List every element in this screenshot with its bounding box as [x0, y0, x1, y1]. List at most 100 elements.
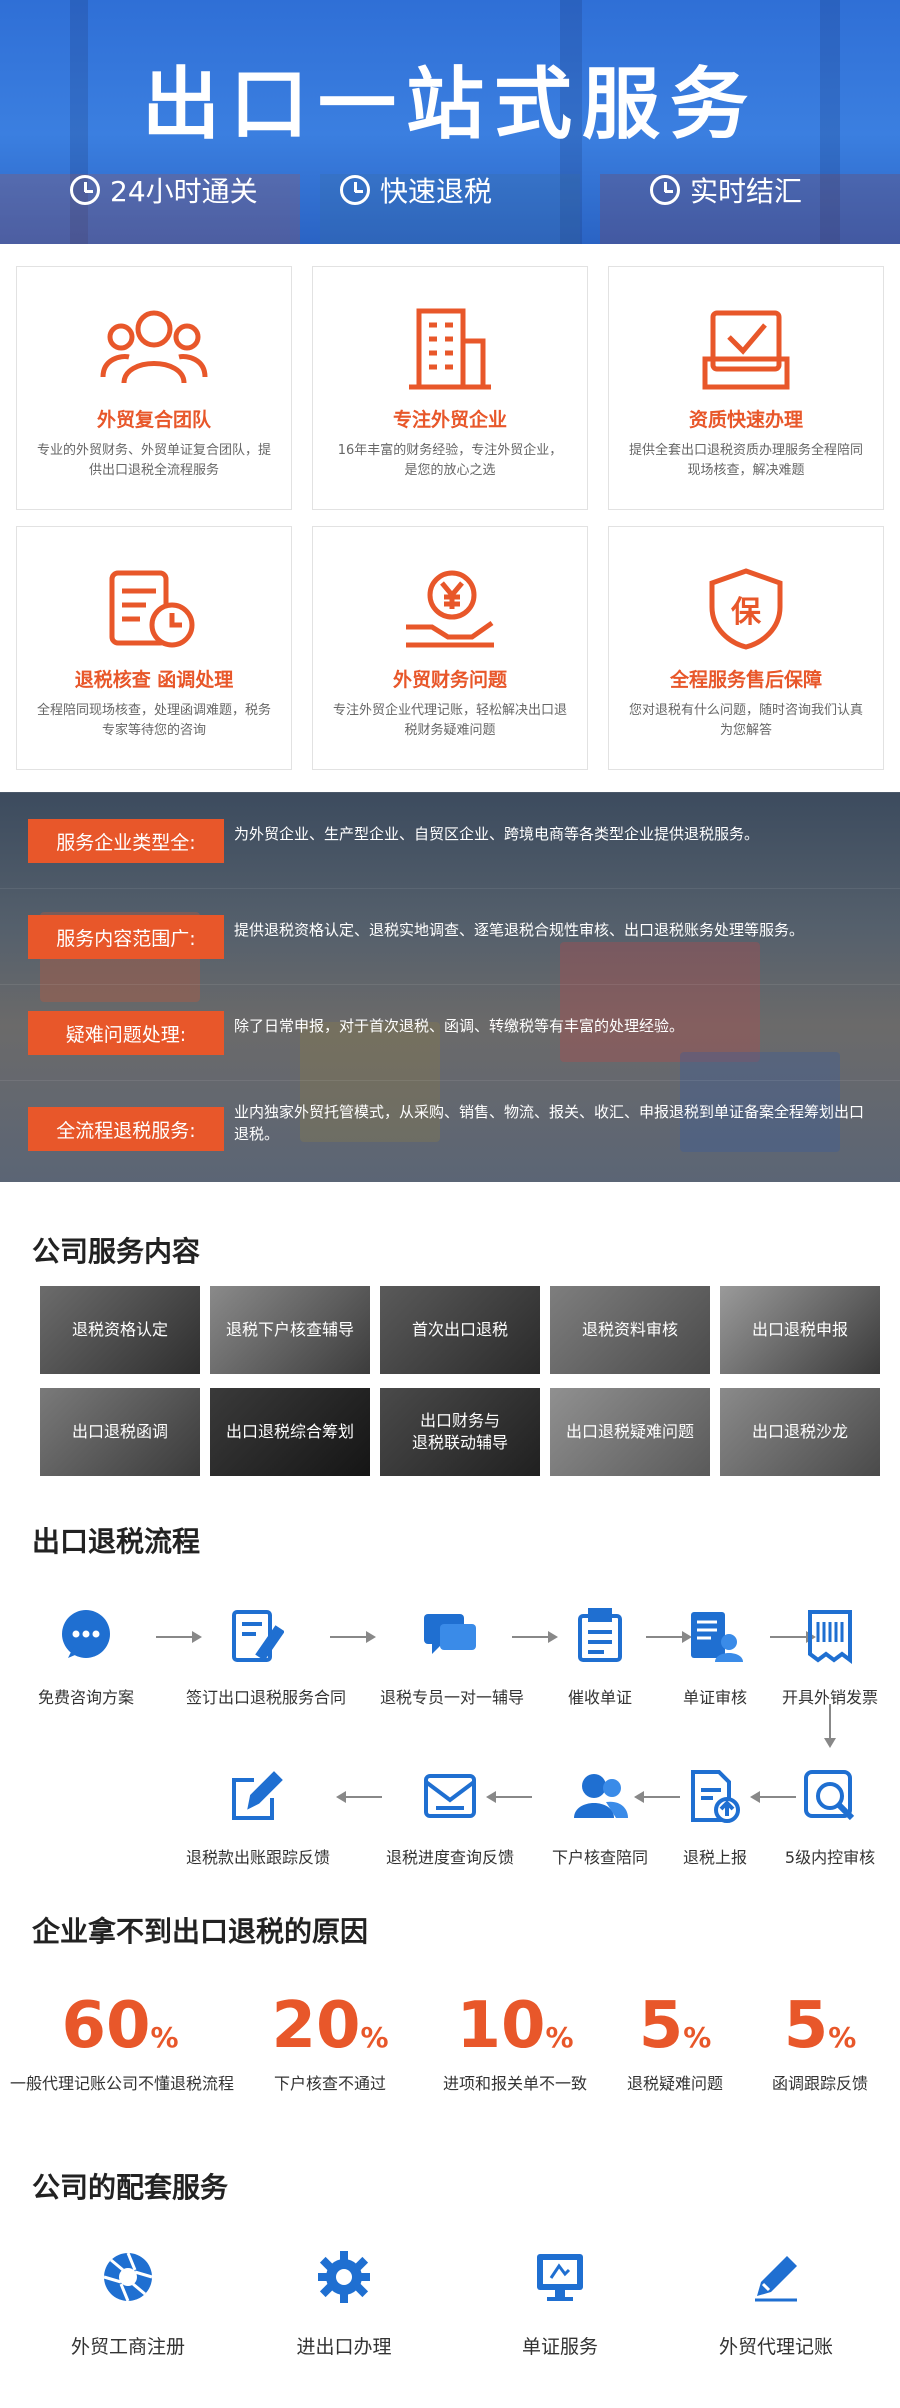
advantage-row: 全流程退税服务: 业内独家外贸托管模式，从采购、销售、物流、报关、收汇、申报退税… [0, 1080, 900, 1176]
mail-feedback-icon [424, 1774, 476, 1818]
service-tile-label: 出口退税函调 [71, 1422, 168, 1441]
service-tile[interactable]: 出口退税函调 [40, 1388, 200, 1476]
card-title: 资质快速办理 [688, 409, 803, 431]
support-label: 进出口办理 [296, 2336, 392, 2358]
support-label: 外贸代理记账 [718, 2336, 833, 2358]
clock-icon [70, 175, 100, 205]
service-tile-label: 退税资格认定 [71, 1320, 168, 1339]
page: 出口一站式服务 24小时通关 快速退税 实时结汇 外贸复合团队 专业的外贸财务、… [0, 0, 900, 2408]
step-label: 免费咨询方案 [37, 1688, 134, 1707]
feature-card[interactable]: 专注外贸企业 16年丰富的财务经验，专注外贸企业，是您的放心之选 [312, 266, 588, 510]
service-tile[interactable]: 出口退税沙龙 [720, 1388, 880, 1476]
service-tile-label: 退税资料审核 [581, 1320, 678, 1339]
stat-value: 10 [456, 1989, 546, 2063]
service-tile-label: 出口退税综合筹划 [225, 1422, 354, 1441]
process-step: 免费咨询方案 [16, 1608, 156, 1708]
flow-title: 出口退税流程 [32, 1525, 201, 1558]
pen-icon [755, 2256, 797, 2302]
check-box-icon [609, 307, 883, 397]
process-step: 签订出口退税服务合同 [186, 1608, 346, 1708]
card-desc: 专业的外贸财务、外贸单证复合团队，提供出口退税全流程服务 [37, 443, 272, 478]
stat-item: 10% 进项和报关单不一致 [430, 1990, 600, 2094]
hero-feature-settlement: 实时结汇 [650, 170, 802, 210]
service-tile[interactable]: 首次出口退税 [380, 1286, 540, 1374]
hero-features: 24小时通关 快速退税 实时结汇 [0, 170, 900, 214]
card-title: 退税核查 函调处理 [74, 669, 234, 691]
support-item[interactable]: 进出口办理 [244, 2250, 444, 2359]
advantages-section: 服务企业类型全: 为外贸企业、生产型企业、自贸区企业、跨境电商等各类型企业提供退… [0, 792, 900, 1182]
service-tile[interactable]: 出口退税申报 [720, 1286, 880, 1374]
advantage-text: 为外贸企业、生产型企业、自贸区企业、跨境电商等各类型企业提供退税服务。 [234, 825, 760, 843]
advantage-text: 提供退税资格认定、退税实地调查、逐笔退税合规性审核、出口退税账务处理等服务。 [234, 921, 805, 939]
stat-label: 进项和报关单不一致 [442, 2074, 587, 2093]
timer-icon [650, 175, 680, 205]
support-item[interactable]: 单证服务 [460, 2250, 660, 2359]
stat-label: 退税疑难问题 [626, 2074, 723, 2093]
step-label: 退税款出账跟踪反馈 [186, 1848, 331, 1867]
stat-label: 下户核查不通过 [273, 2074, 386, 2093]
support-item[interactable]: 外贸工商注册 [28, 2250, 228, 2359]
stat-item: 5% 函调跟踪反馈 [750, 1990, 890, 2094]
service-tile-label: 出口退税疑难问题 [565, 1422, 694, 1441]
service-tile-label: 出口退税沙龙 [751, 1422, 848, 1441]
card-desc: 您对退税有什么问题，随时咨询我们认真为您解答 [629, 703, 864, 738]
support-services: 外贸工商注册 进出口办理 单证服务 外贸代理记账 [0, 2230, 900, 2380]
advantage-row: 疑难问题处理: 除了日常申报，对于首次退税、函调、转缴税等有丰富的处理经验。 [0, 984, 900, 1080]
feature-card[interactable]: 保 全程服务售后保障 您对退税有什么问题，随时咨询我们认真为您解答 [608, 526, 884, 770]
stat-label: 一般代理记账公司不懂退税流程 [10, 2074, 235, 2093]
advantage-text: 除了日常申报，对于首次退税、函调、转缴税等有丰富的处理经验。 [234, 1017, 685, 1035]
step-label: 退税专员一对一辅导 [380, 1688, 525, 1707]
feature-card[interactable]: 外贸复合团队 专业的外贸财务、外贸单证复合团队，提供出口退税全流程服务 [16, 266, 292, 510]
process-step: 退税专员一对一辅导 [380, 1608, 525, 1708]
hero-banner: 出口一站式服务 24小时通关 快速退税 实时结汇 [0, 0, 900, 244]
stat-unit: % [683, 2021, 712, 2054]
service-tile[interactable]: 出口退税疑难问题 [550, 1388, 710, 1476]
process-step: 开具外销发票 [760, 1608, 900, 1708]
service-tile-label: 退税下户核查辅导 [225, 1320, 354, 1339]
monitor-icon [537, 2254, 583, 2301]
shield-char: 保 [731, 595, 761, 630]
aperture-icon [103, 2252, 153, 2302]
reason-stats: 60% 一般代理记账公司不懂退税流程 20% 下户核查不通过 10% 进项和报关… [0, 1990, 900, 2100]
advantage-label: 服务企业类型全: [28, 819, 224, 863]
advantage-row: 服务企业类型全: 为外贸企业、生产型企业、自贸区企业、跨境电商等各类型企业提供退… [0, 792, 900, 888]
service-tile-label: 首次出口退税 [411, 1320, 508, 1339]
card-desc: 16年丰富的财务经验，专注外贸企业，是您的放心之选 [337, 443, 563, 478]
advantage-row: 服务内容范围广: 提供退税资格认定、退税实地调查、逐笔退税合规性审核、出口退税账… [0, 888, 900, 984]
reasons-title: 企业拿不到出口退税的原因 [32, 1915, 369, 1948]
stat-unit: % [150, 2021, 179, 2054]
shield-icon: 保 [609, 567, 883, 657]
card-title: 外贸财务问题 [392, 669, 507, 691]
barcode-receipt-icon [808, 1610, 852, 1664]
feature-card[interactable]: 退税核查 函调处理 全程陪同现场核查，处理函调难题，税务专家等待您的咨询 [16, 526, 292, 770]
step-label: 退税进度查询反馈 [385, 1848, 514, 1867]
hero-feature-label: 24小时通关 [110, 175, 258, 208]
service-tile[interactable]: 出口退税综合筹划 [210, 1388, 370, 1476]
card-title: 全程服务售后保障 [669, 669, 822, 691]
card-desc: 专注外贸企业代理记账，轻松解决出口退税财务疑难问题 [333, 703, 568, 738]
magnifier-icon [804, 1770, 855, 1821]
chat-bubble-icon [62, 1610, 110, 1658]
advantage-label: 服务内容范围广: [28, 915, 224, 959]
advantage-label: 全流程退税服务: [28, 1107, 224, 1151]
service-tile[interactable]: 出口财务与 退税联动辅导 [380, 1388, 540, 1476]
refund-process: 免费咨询方案 签订出口退税服务合同 退税专员一对一辅导 催收单证 单证审核 开具… [0, 1590, 900, 1880]
arrow-down [824, 1704, 836, 1748]
card-desc: 全程陪同现场核查，处理函调难题，税务专家等待您的咨询 [37, 703, 272, 738]
message-icon [424, 1614, 476, 1654]
support-item[interactable]: 外贸代理记账 [676, 2250, 876, 2359]
services-title: 公司服务内容 [32, 1235, 201, 1268]
service-tile[interactable]: 退税下户核查辅导 [210, 1286, 370, 1374]
service-tile[interactable]: 退税资料审核 [550, 1286, 710, 1374]
stat-value: 5 [783, 1989, 829, 2063]
feature-card[interactable]: 外贸财务问题 专注外贸企业代理记账，轻松解决出口退税财务疑难问题 [312, 526, 588, 770]
stat-unit: % [545, 2021, 574, 2054]
service-tile[interactable]: 退税资格认定 [40, 1286, 200, 1374]
advantage-text: 业内独家外贸托管模式，从采购、销售、物流、报关、收汇、申报退税到单证备案全程筹划… [234, 1103, 865, 1143]
hero-feature-label: 实时结汇 [690, 175, 803, 208]
card-title: 外贸复合团队 [96, 409, 211, 431]
support-label: 外贸工商注册 [70, 2336, 185, 2358]
feature-card[interactable]: 资质快速办理 提供全套出口退税资质办理服务全程陪同现场核查，解决难题 [608, 266, 884, 510]
upload-doc-icon [691, 1770, 740, 1823]
service-tile-label: 出口财务与 退税联动辅导 [411, 1411, 508, 1452]
